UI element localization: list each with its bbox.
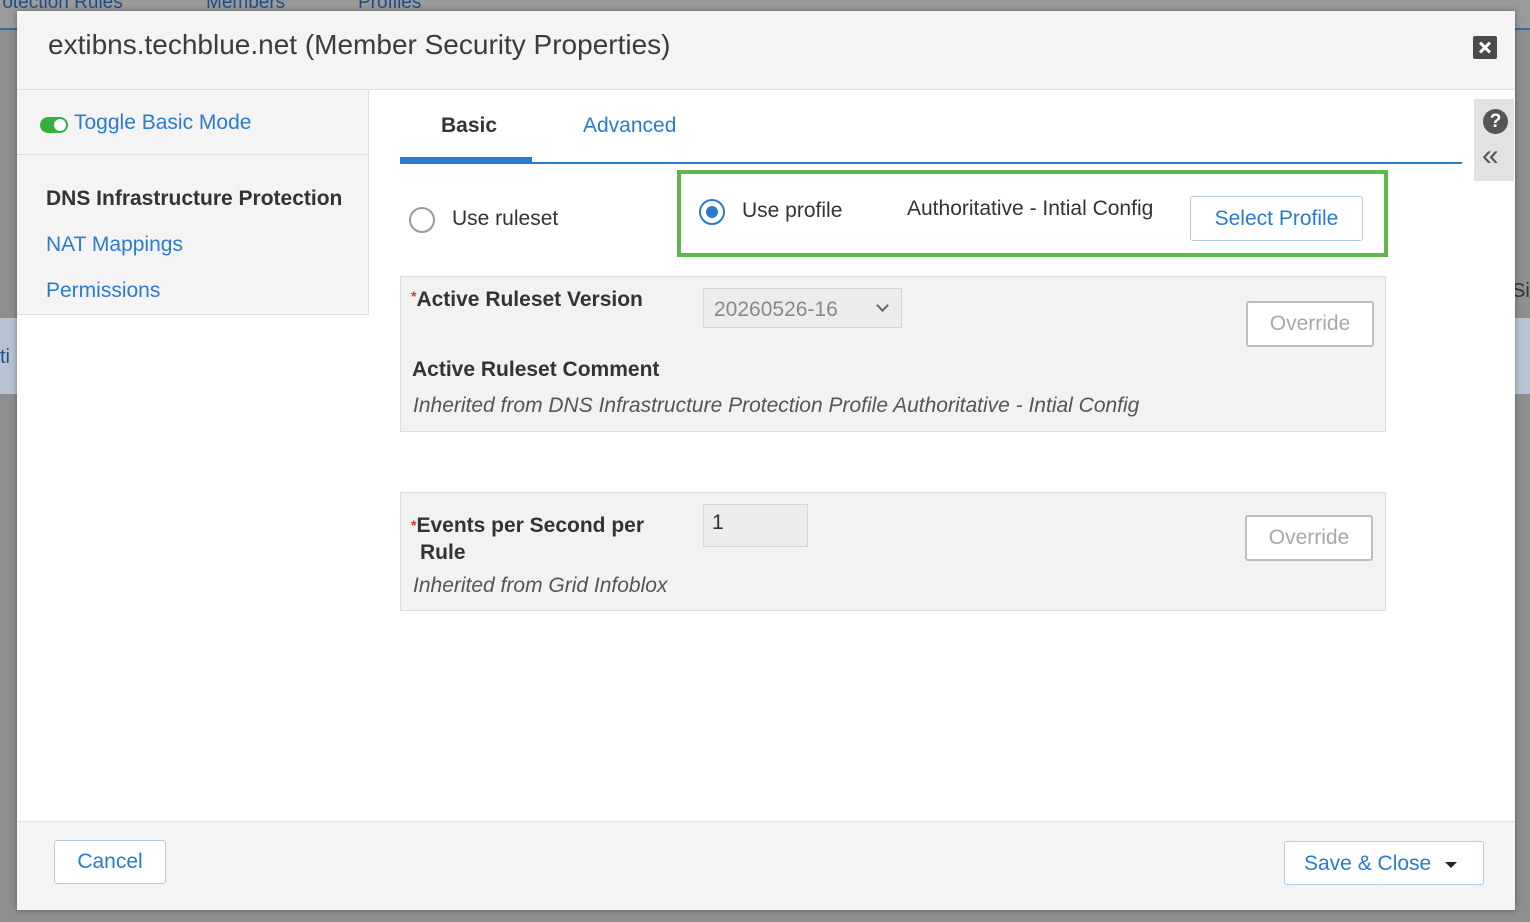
help-icon[interactable]: ? xyxy=(1483,109,1508,134)
events-inherited: Inherited from Grid Infoblox xyxy=(413,574,668,597)
events-override-button[interactable]: Override xyxy=(1245,515,1373,561)
side-navigation: Toggle Basic Mode DNS Infrastructure Pro… xyxy=(17,90,369,315)
sidebar-item-nat-mappings[interactable]: NAT Mappings xyxy=(46,233,183,257)
active-ruleset-version-select[interactable]: 20260526-16 xyxy=(703,288,902,328)
use-profile-label[interactable]: Use profile xyxy=(742,199,842,223)
active-ruleset-version-value: 20260526-16 xyxy=(714,298,838,321)
events-per-second-input[interactable]: 1 xyxy=(703,504,808,547)
use-ruleset-radio[interactable] xyxy=(409,207,435,233)
right-rail: ? « xyxy=(1474,99,1514,181)
selected-profile-name: Authoritative - Intial Config xyxy=(907,197,1154,220)
toggle-basic-mode[interactable]: Toggle Basic Mode xyxy=(17,90,368,155)
use-profile-radio[interactable] xyxy=(699,199,725,225)
dialog-title: extibns.techblue.net (Member Security Pr… xyxy=(48,29,671,60)
member-security-properties-dialog: extibns.techblue.net (Member Security Pr… xyxy=(17,11,1515,910)
events-panel: *Events per Second per Rule 1 Override I… xyxy=(400,492,1386,611)
active-ruleset-comment-label: Active Ruleset Comment xyxy=(412,358,660,381)
close-icon[interactable] xyxy=(1473,36,1497,59)
sidebar-item-permissions[interactable]: Permissions xyxy=(46,279,160,303)
save-close-split-button[interactable]: Save & Close xyxy=(1284,841,1484,885)
save-close-label[interactable]: Save & Close xyxy=(1304,852,1431,875)
events-label-line1: Events per Second per xyxy=(416,514,645,537)
tab-active-indicator xyxy=(400,157,532,163)
ruleset-comment-inherited: Inherited from DNS Infrastructure Protec… xyxy=(413,394,1140,417)
active-ruleset-version-label: *Active Ruleset Version xyxy=(411,288,643,312)
collapse-double-chevron-icon[interactable]: « xyxy=(1482,141,1499,171)
tab-basic[interactable]: Basic xyxy=(441,114,497,138)
events-label-line2: Rule xyxy=(420,541,466,564)
active-ruleset-version-text: Active Ruleset Version xyxy=(416,288,643,311)
background-fragment-left: ti xyxy=(0,346,10,368)
background-row-right xyxy=(1515,318,1530,394)
ruleset-panel: *Active Ruleset Version 20260526-16 Over… xyxy=(400,276,1386,432)
toggle-switch-icon[interactable] xyxy=(40,117,68,133)
cancel-button[interactable]: Cancel xyxy=(54,840,166,884)
toggle-basic-mode-label[interactable]: Toggle Basic Mode xyxy=(74,111,251,135)
dialog-footer: Cancel Save & Close xyxy=(17,821,1515,910)
use-ruleset-label[interactable]: Use ruleset xyxy=(452,207,558,231)
tab-advanced[interactable]: Advanced xyxy=(583,114,676,138)
ruleset-override-button[interactable]: Override xyxy=(1246,301,1374,347)
chevron-down-icon xyxy=(876,299,889,312)
events-per-second-label: *Events per Second per Rule xyxy=(411,512,681,566)
sidebar-item-dns-infrastructure-protection[interactable]: DNS Infrastructure Protection xyxy=(46,187,342,211)
dialog-header: extibns.techblue.net (Member Security Pr… xyxy=(17,11,1515,90)
select-profile-button[interactable]: Select Profile xyxy=(1190,196,1363,241)
caret-down-icon[interactable] xyxy=(1445,862,1457,868)
tab-underline xyxy=(400,162,1462,164)
